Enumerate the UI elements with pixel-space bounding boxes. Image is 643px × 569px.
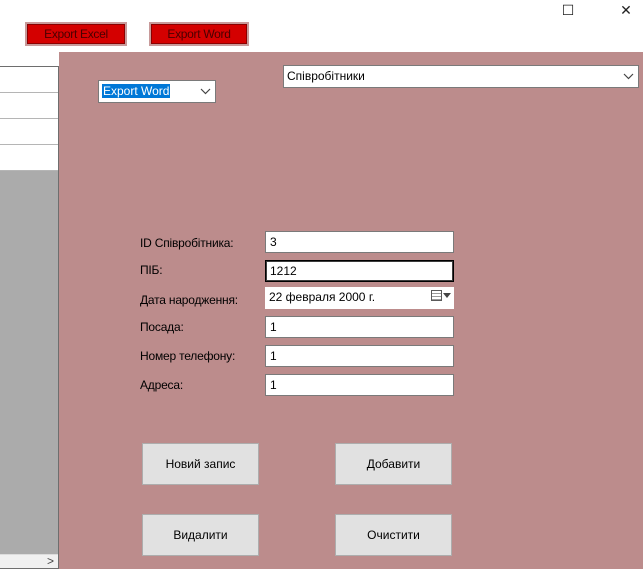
phone-field[interactable]: 1 [265, 345, 454, 367]
label-full-name: ПІБ: [140, 263, 163, 277]
horizontal-scrollbar[interactable]: > [0, 554, 58, 568]
table-row[interactable] [0, 67, 58, 93]
form-panel [59, 52, 643, 569]
close-button[interactable]: ✕ [611, 0, 641, 20]
position-field[interactable]: 1 [265, 316, 454, 338]
chevron-down-icon [623, 68, 634, 87]
maximize-icon: ☐ [561, 1, 575, 18]
table-row[interactable] [0, 145, 58, 171]
label-birth-date: Дата народження: [140, 293, 238, 307]
export-format-select[interactable]: Export Word [98, 80, 216, 103]
label-address: Адреса: [140, 378, 183, 392]
address-field[interactable]: 1 [265, 374, 454, 396]
clear-label: Очистити [367, 528, 420, 542]
table-select[interactable]: Співробітники [283, 65, 639, 88]
export-word-label: Export Word [167, 27, 231, 41]
new-record-label: Новий запис [165, 457, 236, 471]
close-icon: ✕ [620, 1, 632, 18]
scroll-right-arrow-icon[interactable]: > [47, 554, 54, 568]
export-excel-button[interactable]: Export Excel [25, 22, 127, 46]
toolbar: Export Excel Export Word [0, 20, 643, 52]
clear-button[interactable]: Очистити [335, 514, 452, 556]
birth-date-value: 22 февраля 2000 г. [269, 290, 376, 304]
add-label: Добавити [366, 457, 421, 471]
add-button[interactable]: Добавити [335, 443, 452, 485]
data-grid[interactable]: > [0, 66, 59, 569]
calendar-icon[interactable] [431, 290, 451, 301]
export-word-button[interactable]: Export Word [149, 22, 249, 46]
label-employee-id: ID Співробітника: [140, 236, 234, 250]
full-name-field[interactable]: 1212 [265, 260, 454, 282]
employee-id-field[interactable]: 3 [265, 231, 454, 253]
table-select-value: Співробітники [287, 69, 365, 83]
export-excel-label: Export Excel [44, 27, 108, 41]
label-phone: Номер телефону: [140, 349, 236, 363]
window-titlebar: ☐ ✕ [0, 0, 643, 20]
birth-date-picker[interactable]: 22 февраля 2000 г. [265, 287, 454, 309]
table-row[interactable] [0, 93, 58, 119]
delete-button[interactable]: Видалити [142, 514, 259, 556]
table-row[interactable] [0, 119, 58, 145]
new-record-button[interactable]: Новий запис [142, 443, 259, 485]
chevron-down-icon [200, 83, 211, 102]
delete-label: Видалити [173, 528, 228, 542]
label-position: Посада: [140, 320, 184, 334]
maximize-button[interactable]: ☐ [553, 0, 583, 20]
export-format-value: Export Word [102, 84, 171, 98]
